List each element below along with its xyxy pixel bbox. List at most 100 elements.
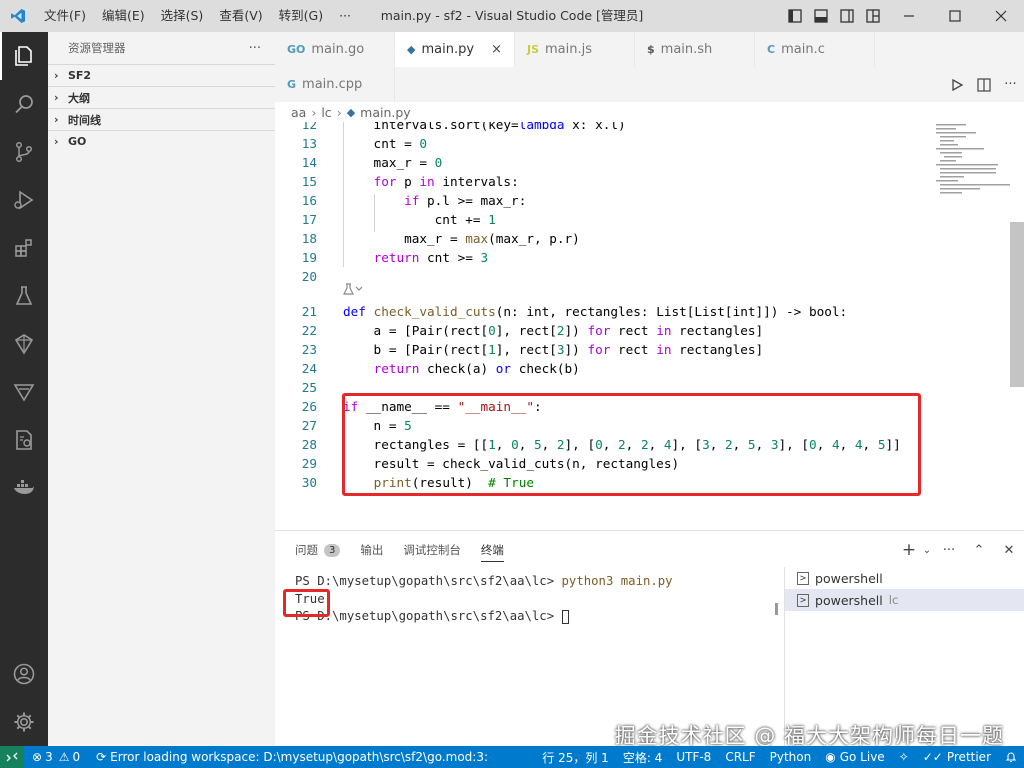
toggle-primary-sidebar-icon[interactable] [782, 0, 808, 32]
panel-more-icon[interactable]: ··· [934, 531, 964, 569]
notifications-bell-icon[interactable] [998, 746, 1024, 768]
minimize-icon[interactable] [886, 0, 932, 32]
problems-status[interactable]: ⊗ 3 ⚠ 0 [24, 746, 88, 768]
breadcrumb-folder-aa[interactable]: aa [291, 105, 306, 120]
tab-main-js[interactable]: JS main.js [515, 32, 635, 67]
explorer-icon[interactable] [0, 32, 48, 80]
cursor-position[interactable]: 行 25，列 1 [535, 746, 616, 768]
code-line[interactable]: 14 max_r = 0 [275, 153, 935, 172]
gitlens-status-icon[interactable]: ✧ [892, 746, 916, 768]
close-panel-icon[interactable]: ✕ [994, 531, 1024, 569]
terminal-scrollbar[interactable] [775, 603, 778, 615]
customize-layout-icon[interactable] [860, 0, 886, 32]
breadcrumb-folder-lc[interactable]: lc [321, 105, 331, 120]
sidebar-more-actions[interactable]: ··· [249, 41, 261, 56]
more-actions-icon[interactable]: ··· [997, 67, 1024, 102]
tab-main-sh[interactable]: $ main.sh [635, 32, 755, 67]
terminal-output[interactable]: PS D:\mysetup\gopath\src\sf2\aa\lc> pyth… [295, 573, 775, 626]
toggle-panel-icon[interactable] [808, 0, 834, 32]
remote-indicator[interactable] [0, 746, 24, 768]
code-line[interactable]: 23 b = [Pair(rect[1], rect[3]) for rect … [275, 340, 935, 359]
panel-tab-label: 输出 [360, 543, 384, 557]
panel-tab-output[interactable]: 输出 [360, 531, 383, 569]
new-terminal-icon[interactable]: + [898, 531, 920, 569]
code-line[interactable]: 13 cnt = 0 [275, 134, 935, 153]
code-line[interactable]: 21 def check_valid_cuts(n: int, rectangle… [275, 302, 935, 321]
code-line[interactable]: 22 a = [Pair(rect[0], rect[2]) for rect … [275, 321, 935, 340]
remote-explorer-icon[interactable] [0, 320, 48, 368]
maximize-panel-icon[interactable]: ⌃ [964, 531, 994, 569]
menu-file[interactable]: 文件(F) [36, 0, 94, 32]
close-window-icon[interactable] [978, 0, 1024, 32]
panel-tab-terminal[interactable]: 终端 [480, 531, 504, 569]
testing-icon[interactable] [0, 272, 48, 320]
panel-tab-problems[interactable]: 问题 3 [295, 531, 341, 569]
menu-go[interactable]: 转到(G) [271, 0, 331, 32]
menu-edit[interactable]: 编辑(E) [94, 0, 153, 32]
code-line[interactable]: 20 [275, 267, 935, 286]
sidebar-section-sf2[interactable]: › SF2 [48, 64, 275, 86]
run-file-icon[interactable] [943, 67, 970, 102]
language-mode[interactable]: Python [763, 746, 819, 768]
code-line[interactable]: 24 return check(a) or check(b) [275, 359, 935, 378]
breadcrumb-file[interactable]: main.py [360, 105, 411, 120]
close-tab-icon[interactable]: × [491, 42, 502, 57]
remote-window-icon[interactable] [0, 416, 48, 464]
toggle-secondary-sidebar-icon[interactable] [834, 0, 860, 32]
tab-main-go[interactable]: GO main.go [275, 32, 395, 67]
search-icon[interactable] [0, 80, 48, 128]
panel-tab-debug-console[interactable]: 调试控制台 [403, 531, 461, 569]
terminal-item-label: powershell [815, 592, 883, 608]
go-file-icon: GO [287, 43, 306, 56]
codelens-test-icon[interactable] [343, 282, 365, 299]
tab-main-cpp[interactable]: G main.cpp [275, 67, 395, 102]
terminal-item-powershell[interactable]: > powershell [785, 567, 1024, 589]
prettier-button[interactable]: ✓✓ Prettier [916, 746, 998, 768]
terminal-item-powershell-lc[interactable]: > powershell lc [785, 589, 1024, 611]
code-line[interactable]: 19 return cnt >= 3 [275, 248, 935, 267]
terminal-line: PS D:\mysetup\gopath\src\sf2\aa\lc> [295, 608, 775, 626]
go-live-button[interactable]: ◉ Go Live [818, 746, 891, 768]
end-of-line[interactable]: CRLF [718, 746, 762, 768]
tab-main-py[interactable]: ◆ main.py × [395, 32, 515, 67]
error-count: 3 [45, 750, 53, 764]
maximize-icon[interactable] [932, 0, 978, 32]
bottom-panel: 问题 3 输出 调试控制台 终端 + ⌄ ··· ⌃ ✕ PS D:\myset… [275, 530, 1024, 747]
code-line[interactable]: 12 intervals.sort(key=lambda x: x.l) [275, 122, 935, 134]
menu-selection[interactable]: 选择(S) [153, 0, 212, 32]
gitlens-icon[interactable] [0, 368, 48, 416]
line-code: max_r = max(max_r, p.r) [343, 231, 580, 246]
title-bar: 文件(F) 编辑(E) 选择(S) 查看(V) 转到(G) ··· main.p… [0, 0, 1024, 32]
warning-count: 0 [72, 750, 81, 764]
settings-gear-icon[interactable] [0, 698, 48, 746]
tab-label: main.cpp [302, 77, 363, 92]
line-number: 22 [301, 323, 317, 338]
indent-guide [343, 122, 344, 267]
sidebar-section-go[interactable]: › GO [48, 130, 275, 152]
line-code: b = [Pair(rect[1], rect[3]) for rect in … [343, 342, 764, 357]
line-number: 30 [301, 475, 317, 490]
run-debug-icon[interactable] [0, 176, 48, 224]
docker-icon[interactable] [0, 464, 48, 512]
minimap[interactable] [934, 122, 1010, 202]
chevron-down-icon[interactable]: ⌄ [920, 531, 934, 569]
split-editor-icon[interactable] [970, 67, 997, 102]
tab-main-c[interactable]: C main.c [755, 32, 875, 67]
indentation[interactable]: 空格: 4 [616, 746, 670, 768]
error-icon: ⊗ [32, 750, 43, 764]
extensions-icon[interactable] [0, 224, 48, 272]
source-control-icon[interactable] [0, 128, 48, 176]
terminal-icon: > [797, 593, 810, 607]
encoding[interactable]: UTF-8 [669, 746, 718, 768]
sidebar-section-timeline[interactable]: › 时间线 [48, 108, 275, 130]
menu-more[interactable]: ··· [331, 0, 359, 32]
code-editor[interactable]: 12 intervals.sort(key=lambda x: x.l) 13 c… [275, 122, 1024, 530]
editor-scrollbar[interactable] [1010, 222, 1024, 387]
accounts-icon[interactable] [0, 650, 48, 698]
code-line[interactable]: 15 for p in intervals: [275, 172, 935, 191]
menu-view[interactable]: 查看(V) [211, 0, 270, 32]
workspace-status[interactable]: ⟳ Error loading workspace: D:\mysetup\go… [88, 746, 498, 768]
sidebar-section-outline[interactable]: › 大纲 [48, 86, 275, 108]
c-file-icon: C [767, 43, 776, 56]
python-file-icon: ◆ [407, 43, 416, 56]
